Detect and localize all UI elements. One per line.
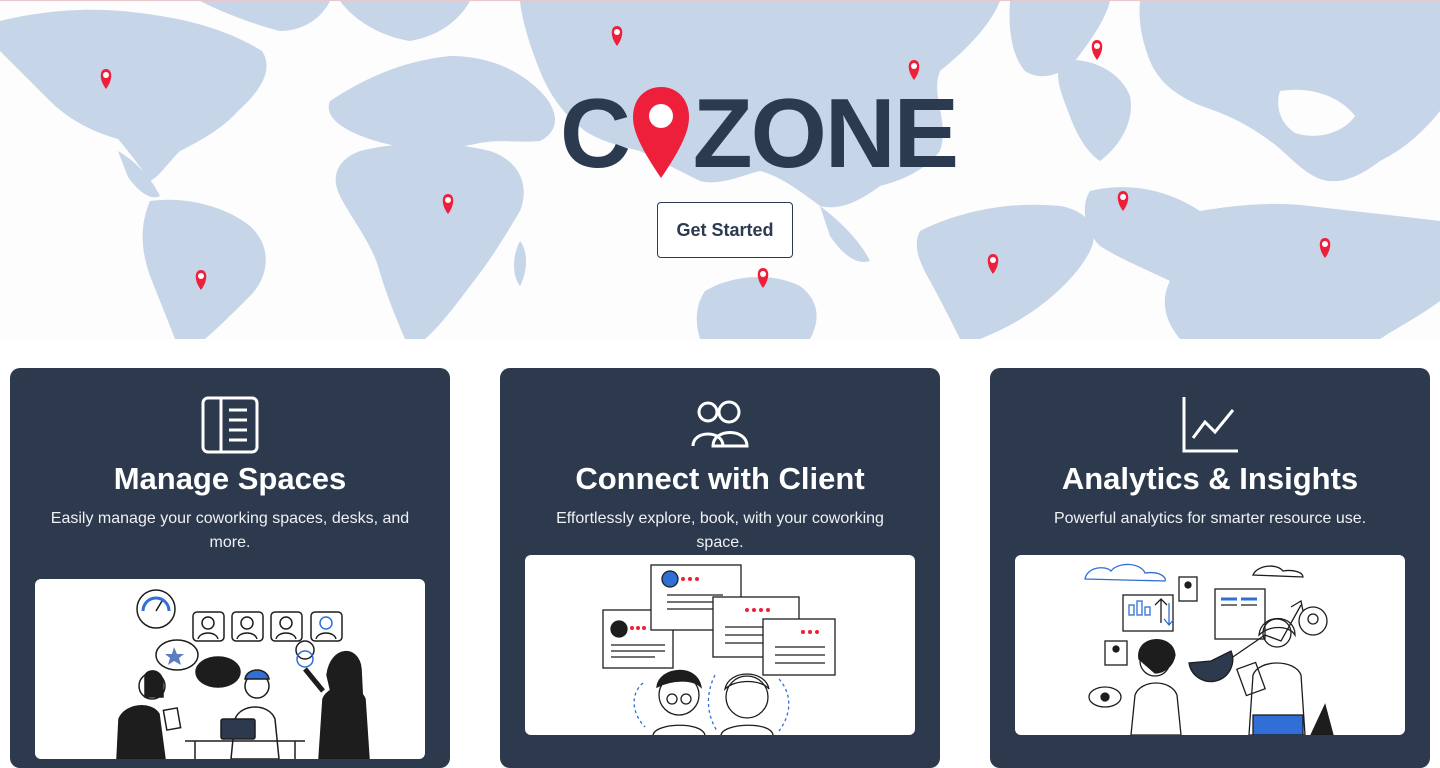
manage-spaces-illustration [35,579,425,759]
card-description: Easily manage your coworking spaces, des… [50,510,410,551]
card-title: Connect with Client [575,461,865,496]
location-pin-icon [631,83,691,183]
feature-card-analytics: Analytics & Insights Powerful analytics … [990,368,1430,768]
line-chart-icon [1181,396,1239,454]
hero-banner: C ZONE Get Started [0,0,1440,339]
document-list-icon [201,396,259,454]
users-icon [691,396,749,454]
logo-text-right: ZONE [692,78,959,188]
card-title: Manage Spaces [113,461,347,496]
card-description: Powerful analytics for smarter resource … [1053,510,1367,527]
card-title: Analytics & Insights [1061,461,1359,496]
logo-text-left: C [560,78,631,188]
card-description: Effortlessly explore, book, with your co… [556,510,884,551]
connect-client-illustration [525,555,915,735]
cozone-logo: C ZONE [560,78,959,188]
feature-card-manage-spaces: Manage Spaces Easily manage your coworki… [10,368,450,768]
feature-card-connect-client: Connect with Client Effortlessly explore… [500,368,940,768]
analytics-illustration [1015,555,1405,735]
get-started-button[interactable]: Get Started [657,202,793,258]
